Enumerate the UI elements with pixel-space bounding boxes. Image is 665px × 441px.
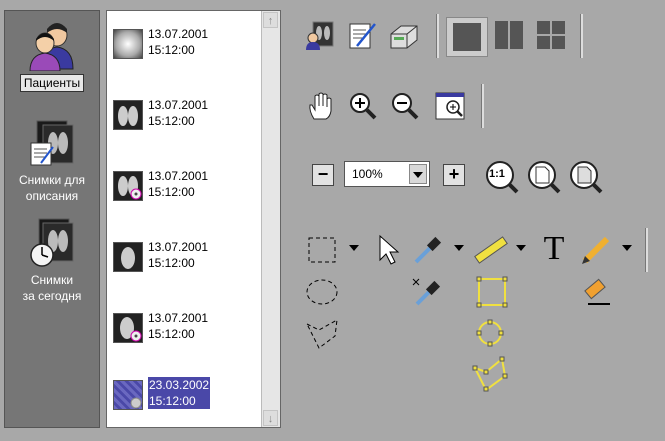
pan-tool-button[interactable] (306, 91, 336, 121)
layout-single-button[interactable] (446, 17, 488, 57)
notes-icon (349, 23, 376, 49)
layout-two-columns-icon (495, 21, 523, 49)
nav-today[interactable]: Снимки за сегодня (5, 217, 99, 304)
nav-for-description-label-1: Снимки для (18, 173, 86, 187)
text-tool-button[interactable]: T (539, 232, 569, 266)
rectangle-annotation-icon (476, 276, 508, 308)
dashed-ellipse-icon (306, 279, 338, 305)
zoom-window-button[interactable] (435, 91, 465, 121)
nav-for-description[interactable]: Снимки для описания (5, 119, 99, 204)
rect-select-dropdown-icon[interactable] (349, 245, 359, 251)
zoom-select[interactable]: 100% (344, 161, 430, 187)
rect-select-button[interactable] (307, 234, 337, 264)
zoom-out-icon (392, 93, 419, 120)
xray-clock-icon (30, 218, 74, 267)
scanner-icon (390, 25, 418, 49)
magnifier-page-icon (528, 161, 561, 194)
list-item[interactable]: 13.07.2001 15:12:00 (113, 309, 263, 349)
thumbnail-xray (113, 100, 143, 130)
zoom-out-button[interactable] (390, 91, 420, 121)
layout-grid-icon (537, 21, 565, 49)
zoom-value: 100% (352, 167, 383, 181)
eyedropper-button[interactable] (412, 234, 442, 264)
list-scrollbar[interactable]: ↑ ↓ (261, 11, 280, 427)
zoom-decrease-button[interactable]: − (312, 164, 334, 186)
patients-icon (29, 23, 74, 72)
nav-today-label-2: за сегодня (22, 289, 82, 303)
dashed-polygon-icon (305, 319, 338, 349)
item-datetime: 13.07.2001 15:12:00 (148, 27, 209, 57)
patient-xray-icon (306, 21, 334, 50)
eyedropper-icon (414, 236, 442, 264)
ruler-button[interactable] (474, 232, 508, 264)
toolbar-divider (436, 14, 439, 58)
study-list: 13.07.2001 15:12:00 13.07.2001 15:12:00 13… (106, 10, 281, 428)
polygon-select-button[interactable] (305, 318, 338, 349)
list-item[interactable]: 13.07.2001 15:12:00 (113, 167, 263, 207)
zoom-in-button[interactable] (348, 91, 378, 121)
list-item-selected[interactable]: 23.03.2002 15:12:00 (113, 376, 263, 416)
toolbar-divider (645, 228, 648, 272)
zoom-increase-button[interactable]: + (443, 164, 465, 186)
item-datetime: 23.03.2002 15:12:00 (148, 377, 211, 409)
pointer-button[interactable] (376, 234, 406, 265)
ellipse-annotation-icon (476, 319, 504, 347)
thumbnail-selected (113, 380, 143, 410)
item-datetime: 13.07.2001 15:12:00 (148, 311, 209, 341)
thumbnail-xray-cd (113, 313, 143, 343)
pencil-dropdown-icon[interactable] (622, 245, 632, 251)
thumbnail-xray (113, 242, 143, 272)
nav-for-description-label-2: описания (25, 189, 79, 203)
layout-single-icon (453, 23, 481, 51)
ruler-icon (474, 236, 508, 264)
notes-tool-button[interactable] (347, 20, 377, 50)
polygon-annotation-icon (472, 356, 508, 392)
item-datetime: 13.07.2001 15:12:00 (148, 169, 209, 199)
ruler-dropdown-icon[interactable] (516, 245, 526, 251)
xray-notes-icon (30, 120, 74, 166)
fit-page-button[interactable] (569, 160, 603, 194)
hand-icon (309, 92, 332, 120)
eyedropper-clear-button[interactable] (411, 276, 441, 306)
ellipse-annotation-button[interactable] (474, 318, 504, 348)
zoom-in-icon (350, 93, 377, 120)
ellipse-select-button[interactable] (305, 276, 338, 306)
nav-patients[interactable]: Пациенты (5, 19, 99, 92)
dashed-rectangle-icon (308, 237, 336, 263)
layout-grid-button[interactable] (536, 20, 566, 50)
list-item[interactable]: 13.07.2001 15:12:00 (113, 238, 263, 278)
item-datetime: 13.07.2001 15:12:00 (148, 98, 209, 128)
list-item[interactable]: 13.07.2001 15:12:00 (113, 25, 263, 65)
scroll-down-button[interactable]: ↓ (263, 410, 278, 426)
eyedropper-cross-icon (412, 278, 441, 306)
thumbnail-xray-cd (113, 171, 143, 201)
eraser-button[interactable] (580, 276, 610, 306)
magnifier-page-fit-icon (570, 161, 603, 194)
patients-tool-button[interactable] (305, 20, 335, 50)
pointer-arrow-icon (379, 234, 400, 265)
actual-size-button[interactable]: 1:1 (485, 160, 519, 194)
rect-annotation-button[interactable] (476, 276, 508, 308)
pencil-button[interactable] (580, 232, 610, 264)
polygon-annotation-button[interactable] (472, 356, 508, 392)
eraser-icon (584, 278, 610, 305)
scroll-up-button[interactable]: ↑ (263, 12, 278, 28)
nav-today-label-1: Снимки (30, 273, 74, 287)
chevron-down-icon (413, 172, 423, 178)
zoom-window-icon (435, 92, 465, 120)
fit-width-button[interactable] (527, 160, 561, 194)
item-datetime: 13.07.2001 15:12:00 (148, 240, 209, 270)
list-item[interactable]: 13.07.2001 15:12:00 (113, 96, 263, 136)
nav-patients-label: Пациенты (19, 74, 85, 92)
left-nav: Пациенты Снимки для описания Снимки за с… (4, 10, 100, 428)
pencil-icon (582, 236, 610, 264)
one-to-one-label: 1:1 (489, 168, 505, 180)
eyedropper-dropdown-icon[interactable] (454, 245, 464, 251)
zoom-dropdown-button[interactable] (409, 164, 427, 184)
toolbar-divider (481, 84, 484, 128)
layout-two-columns-button[interactable] (494, 20, 524, 50)
toolbar-divider (580, 14, 583, 58)
scanner-tool-button[interactable] (389, 20, 419, 50)
thumbnail-blank (113, 29, 143, 59)
